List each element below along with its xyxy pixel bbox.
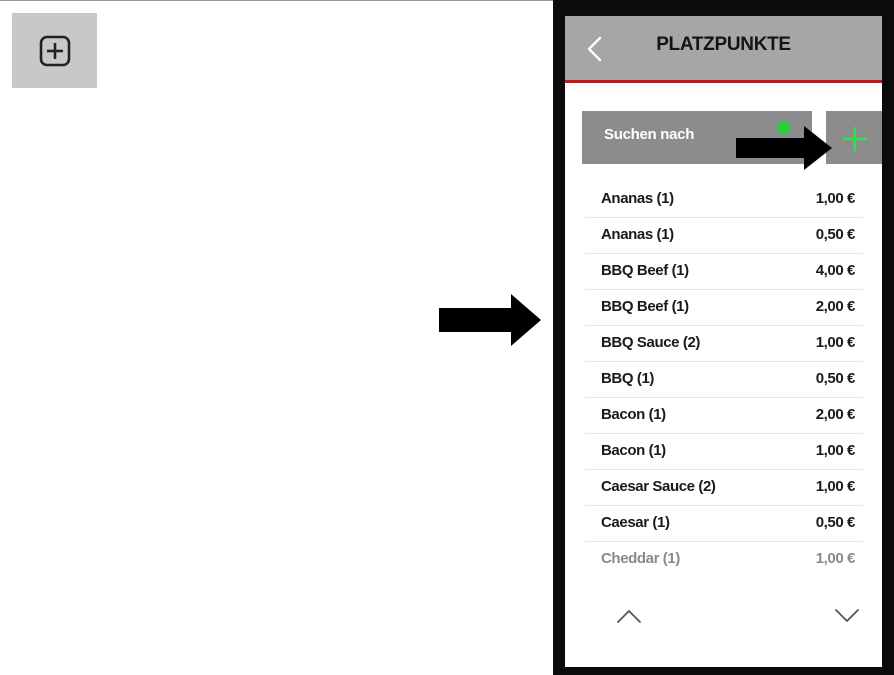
item-name: Caesar (1) (601, 514, 670, 531)
item-name: Cheddar (1) (601, 550, 680, 567)
list-item[interactable]: Cheddar (1) 1,00 € (585, 542, 863, 577)
item-list: Ananas (1) 1,00 € Ananas (1) 0,50 € BBQ … (585, 182, 863, 577)
app-screen: PLATZPUNKTE Suchen nach Ananas (1) 1,00 … (565, 16, 882, 667)
page-title: PLATZPUNKTE (656, 34, 791, 55)
list-item[interactable]: Caesar (1) 0,50 € (585, 506, 863, 542)
phone-frame: PLATZPUNKTE Suchen nach Ananas (1) 1,00 … (553, 0, 894, 675)
item-name: BBQ (1) (601, 370, 655, 387)
top-divider (0, 0, 553, 1)
arrow-right-icon (736, 126, 832, 170)
item-name: Bacon (1) (601, 442, 666, 459)
item-name: Caesar Sauce (2) (601, 478, 716, 495)
item-name: Ananas (1) (601, 190, 674, 207)
list-item[interactable]: Ananas (1) 1,00 € (585, 182, 863, 218)
list-item[interactable]: BBQ Beef (1) 4,00 € (585, 254, 863, 290)
plus-square-icon (39, 35, 70, 66)
item-name: BBQ Beef (1) (601, 298, 689, 315)
item-price: 1,00 € (815, 478, 856, 495)
list-item[interactable]: Bacon (1) 2,00 € (585, 398, 863, 434)
item-price: 1,00 € (815, 550, 856, 567)
item-price: 1,00 € (815, 334, 856, 351)
item-name: BBQ Beef (1) (601, 262, 689, 279)
item-price: 2,00 € (815, 298, 856, 315)
item-name: Bacon (1) (601, 406, 666, 423)
item-price: 0,50 € (815, 370, 856, 387)
item-price: 4,00 € (815, 262, 856, 279)
chevron-up-icon[interactable] (615, 606, 643, 626)
item-name: Ananas (1) (601, 226, 674, 243)
list-item[interactable]: BBQ Sauce (2) 1,00 € (585, 326, 863, 362)
list-item[interactable]: Caesar Sauce (2) 1,00 € (585, 470, 863, 506)
header-bar: PLATZPUNKTE (565, 16, 882, 83)
item-price: 1,00 € (815, 442, 856, 459)
search-label: Suchen nach (604, 126, 695, 143)
list-item[interactable]: BBQ Beef (1) 2,00 € (585, 290, 863, 326)
arrow-right-icon (439, 294, 541, 346)
item-price: 1,00 € (815, 190, 856, 207)
add-button-example[interactable] (12, 13, 97, 88)
chevron-down-icon[interactable] (833, 606, 861, 626)
add-button[interactable] (826, 111, 882, 164)
plus-icon (843, 127, 867, 151)
item-name: BBQ Sauce (2) (601, 334, 700, 351)
list-item[interactable]: BBQ (1) 0,50 € (585, 362, 863, 398)
item-price: 0,50 € (815, 226, 856, 243)
item-price: 2,00 € (815, 406, 856, 423)
list-item[interactable]: Ananas (1) 0,50 € (585, 218, 863, 254)
list-item[interactable]: Bacon (1) 1,00 € (585, 434, 863, 470)
item-price: 0,50 € (815, 514, 856, 531)
